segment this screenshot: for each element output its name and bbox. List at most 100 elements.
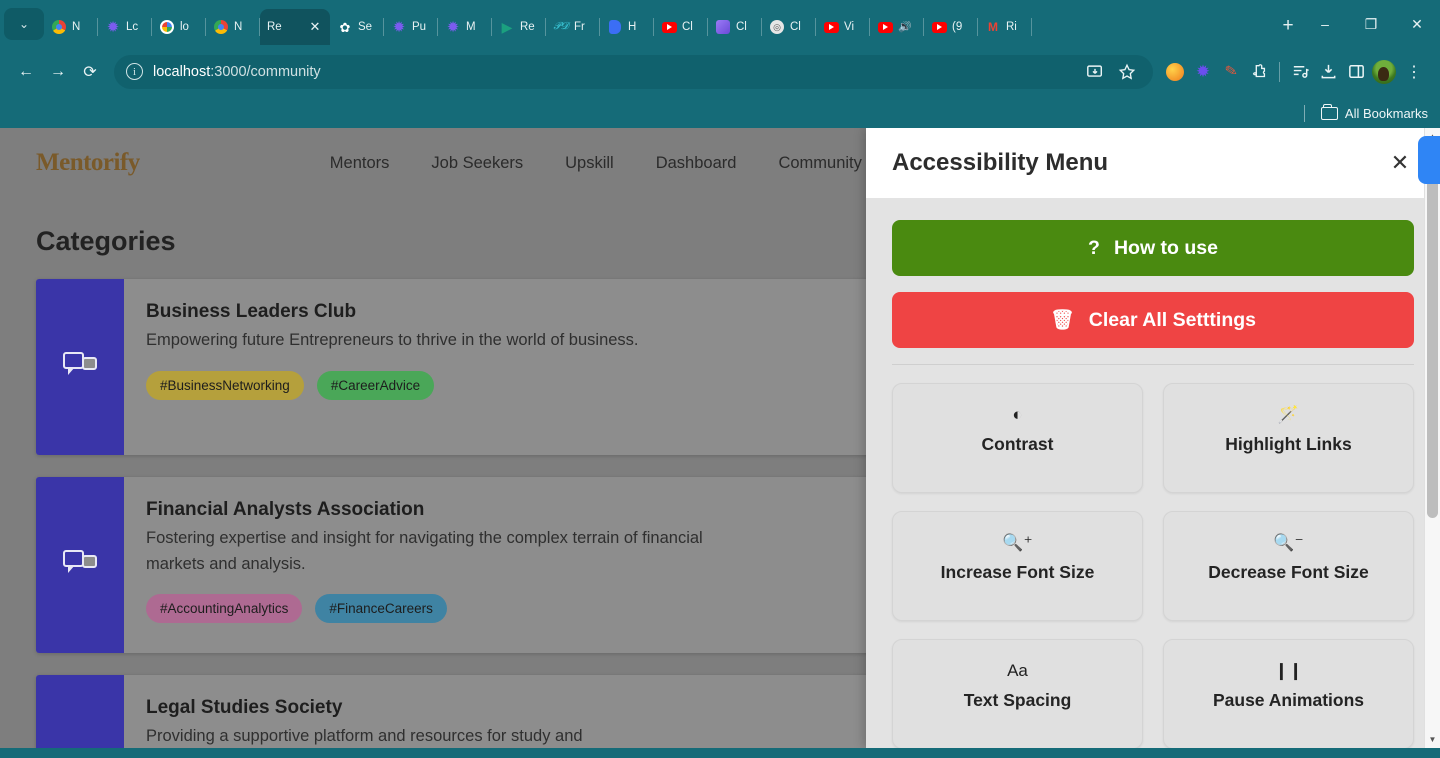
accessibility-panel-title: Accessibility Menu [892,149,1109,176]
tab-title: (9 [952,21,963,33]
site-nav: Mentors Job Seekers Upskill Dashboard Commun… [330,154,862,173]
clear-all-settings-button[interactable]: 🗑 Clear All Setttings [892,292,1414,348]
chrome-menu-icon[interactable]: ⋮ [1398,56,1430,88]
downloads-icon[interactable] [1314,58,1342,86]
tab-title: Re [520,21,535,33]
tab-title: M [466,21,476,33]
install-app-icon[interactable] [1081,58,1109,86]
a11y-option-highlight-links[interactable]: 🪄 Highlight Links [1163,383,1414,493]
tab-title: Cl [736,21,747,33]
reload-button[interactable]: ⟳ [74,56,106,88]
a11y-option-decrease-font-size[interactable]: 🔍⁻ Decrease Font Size [1163,511,1414,621]
site-info-icon[interactable]: i [126,63,143,80]
a11y-option-pause-animations[interactable]: ❙❙ Pause Animations [1163,639,1414,748]
accessibility-panel-body: ? How to use 🗑 Clear All Setttings ◐ Cont… [866,198,1440,748]
browser-tab[interactable]: Cl [708,9,762,45]
zoom-in-icon: 🔍⁺ [1002,533,1033,552]
category-tag[interactable]: #FinanceCareers [315,594,447,624]
omnibox-actions [1081,58,1141,86]
chat-bubbles-icon [36,675,124,748]
nav-item-community[interactable]: Community [778,154,861,173]
browser-tab[interactable]: ✹ M [438,9,492,45]
browser-tab[interactable]: H [600,9,654,45]
extension-orange-icon[interactable] [1161,58,1189,86]
a11y-option-contrast[interactable]: ◐ Contrast [892,383,1143,493]
page-viewport: Mentorify Mentors Job Seekers Upskill Dashb… [0,128,1440,748]
close-window-button[interactable]: ✕ [1394,9,1440,39]
scrollbar-down-arrow[interactable]: ▼ [1425,731,1440,748]
browser-tab[interactable]: 𝓟𝓓 Fr [546,9,600,45]
tab-title: Se [358,21,373,33]
bookmark-star-icon[interactable] [1113,58,1141,86]
browser-tab[interactable]: 🔊 [870,9,924,45]
tab-close-icon[interactable]: ✕ [307,19,323,35]
browser-tab[interactable]: N [44,9,98,45]
star-burst-icon: ✹ [106,18,120,36]
browser-tab[interactable]: ▶ Re [492,9,546,45]
accessibility-panel-header: Accessibility Menu ✕ [866,128,1440,198]
browser-tab[interactable]: ✹ Lc [98,9,152,45]
browser-tab[interactable]: ✹ Pu [384,9,438,45]
gmail-icon: M [988,20,998,34]
a11y-option-label: Highlight Links [1225,434,1352,454]
back-button[interactable]: ← [10,56,42,88]
browser-tab[interactable]: N [206,9,260,45]
url-host: localhost [153,63,211,80]
category-tag[interactable]: #BusinessNetworking [146,370,304,400]
browser-tab[interactable]: lo [152,9,206,45]
browser-tab[interactable]: M Ri [978,9,1032,45]
close-icon[interactable]: ✕ [1386,149,1414,177]
minimize-button[interactable]: – [1302,9,1348,39]
site-brand[interactable]: Mentorify [36,149,140,177]
nav-item-mentors[interactable]: Mentors [330,154,390,173]
card-description: Fostering expertise and insight for navi… [146,529,703,573]
pause-icon: ❙❙ [1274,661,1303,680]
category-tag[interactable]: #AccountingAnalytics [146,594,303,624]
blue-doc-icon [607,19,623,35]
reading-list-icon[interactable] [1286,58,1314,86]
extension-purple-icon[interactable]: ✹ [1189,58,1217,86]
tab-search-chevron-icon[interactable]: ⌄ [4,8,44,40]
a11y-option-label: Increase Font Size [940,562,1095,582]
maximize-button[interactable]: ❐ [1348,9,1394,39]
play-icon: ▶ [501,19,513,35]
browser-tab[interactable]: Vi [816,9,870,45]
extensions-puzzle-icon[interactable] [1245,58,1273,86]
scrollbar-thumb[interactable] [1427,168,1438,518]
side-panel-icon[interactable] [1342,58,1370,86]
accessibility-toggle-fab[interactable] [1418,136,1440,184]
browser-tab[interactable]: Re ✕ [260,9,330,45]
profile-avatar[interactable] [1370,58,1398,86]
tab-title: Lc [126,21,139,33]
clear-all-settings-label: Clear All Setttings [1088,308,1256,331]
how-to-use-button[interactable]: ? How to use [892,220,1414,276]
page-scrollbar[interactable]: ▲ ▼ [1424,128,1440,748]
folder-icon [1320,103,1338,120]
window-controls: – ❐ ✕ [1302,9,1440,39]
nav-item-dashboard[interactable]: Dashboard [656,154,737,173]
browser-tab[interactable]: ✿ Se [330,9,384,45]
tab-title: H [628,21,637,33]
a11y-option-text-spacing[interactable]: Aa Text Spacing [892,639,1143,748]
browser-tab[interactable]: Cl [654,9,708,45]
browser-toolbar: ← → ⟳ i localhost:3000/community ✹ ✎ ⋮ [0,45,1440,98]
nav-item-upskill[interactable]: Upskill [565,154,614,173]
all-bookmarks-button[interactable]: All Bookmarks [1320,103,1428,121]
star-burst-icon: ✹ [446,18,460,36]
chrome-icon [213,19,229,35]
tab-title: Re [267,21,282,33]
address-bar[interactable]: i localhost:3000/community [114,54,1153,89]
extension-pen-icon[interactable]: ✎ [1217,58,1245,86]
nav-item-job-seekers[interactable]: Job Seekers [431,154,523,173]
google-icon [159,19,175,35]
a11y-option-increase-font-size[interactable]: 🔍⁺ Increase Font Size [892,511,1143,621]
forward-button[interactable]: → [42,56,74,88]
tab-title: Fr [574,21,585,33]
chrome-icon [51,19,67,35]
gear-icon: ✿ [339,19,351,35]
browser-tab[interactable]: (9 [924,9,978,45]
browser-tab[interactable]: ◎ Cl [762,9,816,45]
pd-icon: 𝓟𝓓 [553,21,569,32]
category-tag[interactable]: #CareerAdvice [316,370,435,400]
new-tab-button[interactable]: + [1274,12,1302,40]
